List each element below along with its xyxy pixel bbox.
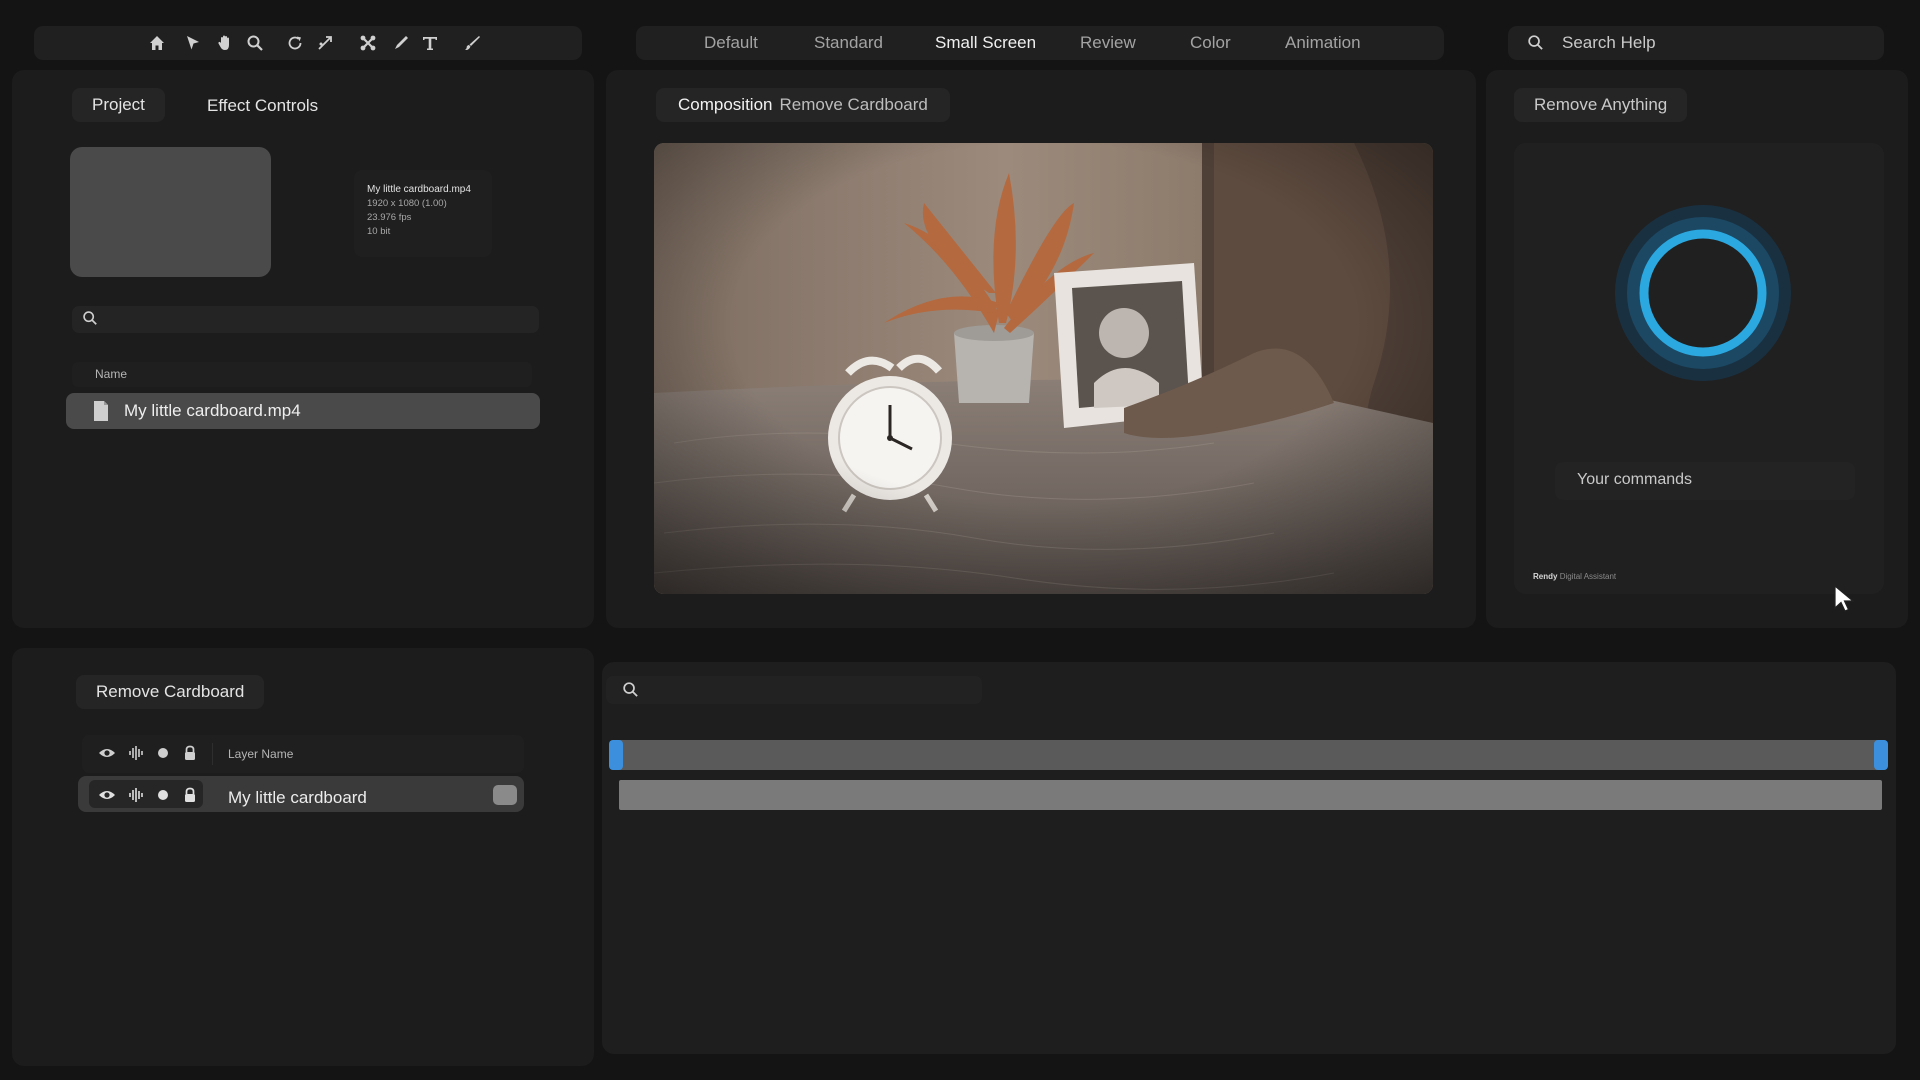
audio-icon[interactable] xyxy=(128,787,144,803)
puppet-icon[interactable] xyxy=(359,34,377,52)
video-frame xyxy=(654,143,1433,594)
project-search-input[interactable] xyxy=(72,306,539,333)
workspace-tab-color[interactable]: Color xyxy=(1190,33,1231,53)
tab-project[interactable]: Project xyxy=(72,88,165,122)
lock-icon[interactable] xyxy=(183,787,197,803)
eye-icon[interactable] xyxy=(98,746,116,760)
mouse-cursor-icon xyxy=(1834,584,1855,612)
selection-arrow-icon[interactable] xyxy=(184,34,202,52)
layer-duration-bar[interactable] xyxy=(619,780,1882,810)
solo-icon[interactable] xyxy=(157,747,169,759)
timeline-track-panel xyxy=(602,662,1896,1054)
workspace-tab-standard[interactable]: Standard xyxy=(814,33,883,53)
tab-effect-controls[interactable]: Effect Controls xyxy=(207,96,318,116)
footage-fps: 23.976 fps xyxy=(367,212,412,223)
layer-header-divider xyxy=(212,743,213,765)
column-name-label: Name xyxy=(95,367,128,381)
solo-icon[interactable] xyxy=(157,789,169,801)
assistant-footer: Rendy Digital Assistant xyxy=(1533,572,1616,581)
layer-name: My little cardboard xyxy=(228,788,367,807)
composition-tab[interactable]: Composition Remove Cardboard xyxy=(656,88,950,122)
assistant-brand: Rendy xyxy=(1533,572,1558,581)
search-icon xyxy=(83,311,97,325)
assistant-title: Remove Anything xyxy=(1514,88,1688,122)
footage-depth: 10 bit xyxy=(367,226,391,237)
work-area-start-handle[interactable] xyxy=(609,740,623,770)
command-placeholder: Your commands xyxy=(1577,471,1693,488)
search-icon xyxy=(623,682,638,697)
pen-icon[interactable] xyxy=(392,34,410,52)
composition-name: Remove Cardboard xyxy=(779,95,928,114)
work-area-bar[interactable] xyxy=(610,740,1887,770)
layer-header-row xyxy=(82,735,524,773)
footage-filename: My little cardboard.mp4 xyxy=(367,184,471,195)
timeline-comp-tab[interactable]: Remove Cardboard xyxy=(76,675,265,709)
audio-icon[interactable] xyxy=(128,745,144,761)
timeline-search-input[interactable] xyxy=(606,676,982,704)
workspace-tab-small-screen[interactable]: Small Screen xyxy=(935,33,1036,53)
layer-label-color-swatch[interactable] xyxy=(493,785,517,805)
layer-name-header: Layer Name xyxy=(228,747,294,761)
project-item-name: My little cardboard.mp4 xyxy=(124,401,301,420)
project-column-header[interactable] xyxy=(72,362,532,387)
footage-resolution: 1920 x 1080 (1.00) xyxy=(367,198,447,209)
workspace-tab-default[interactable]: Default xyxy=(704,33,758,53)
lock-icon[interactable] xyxy=(183,745,197,761)
eye-icon[interactable] xyxy=(98,788,116,802)
work-area-end-handle[interactable] xyxy=(1874,740,1888,770)
workspace-tab-animation[interactable]: Animation xyxy=(1285,33,1361,53)
search-icon xyxy=(1528,35,1543,50)
assistant-ring-icon xyxy=(1615,205,1791,381)
footage-info-card: My little cardboard.mp4 1920 x 1080 (1.0… xyxy=(354,170,492,257)
file-icon xyxy=(94,401,108,421)
composition-tab-label: Composition xyxy=(678,95,773,114)
camera-orbit-icon[interactable] xyxy=(316,34,334,52)
search-help-placeholder: Search Help xyxy=(1562,33,1656,52)
footage-thumbnail[interactable] xyxy=(70,147,271,277)
tools-toolbar xyxy=(34,26,582,60)
hand-icon[interactable] xyxy=(216,34,234,52)
type-icon[interactable] xyxy=(421,34,439,52)
brush-icon[interactable] xyxy=(463,34,481,52)
composition-viewer[interactable] xyxy=(654,143,1433,594)
assistant-brand-sub: Digital Assistant xyxy=(1559,572,1617,581)
home-icon[interactable] xyxy=(148,34,166,52)
timeline-layers-panel xyxy=(12,648,594,1066)
rotate-icon[interactable] xyxy=(286,34,304,52)
zoom-icon[interactable] xyxy=(246,34,264,52)
workspace-tab-review[interactable]: Review xyxy=(1080,33,1136,53)
